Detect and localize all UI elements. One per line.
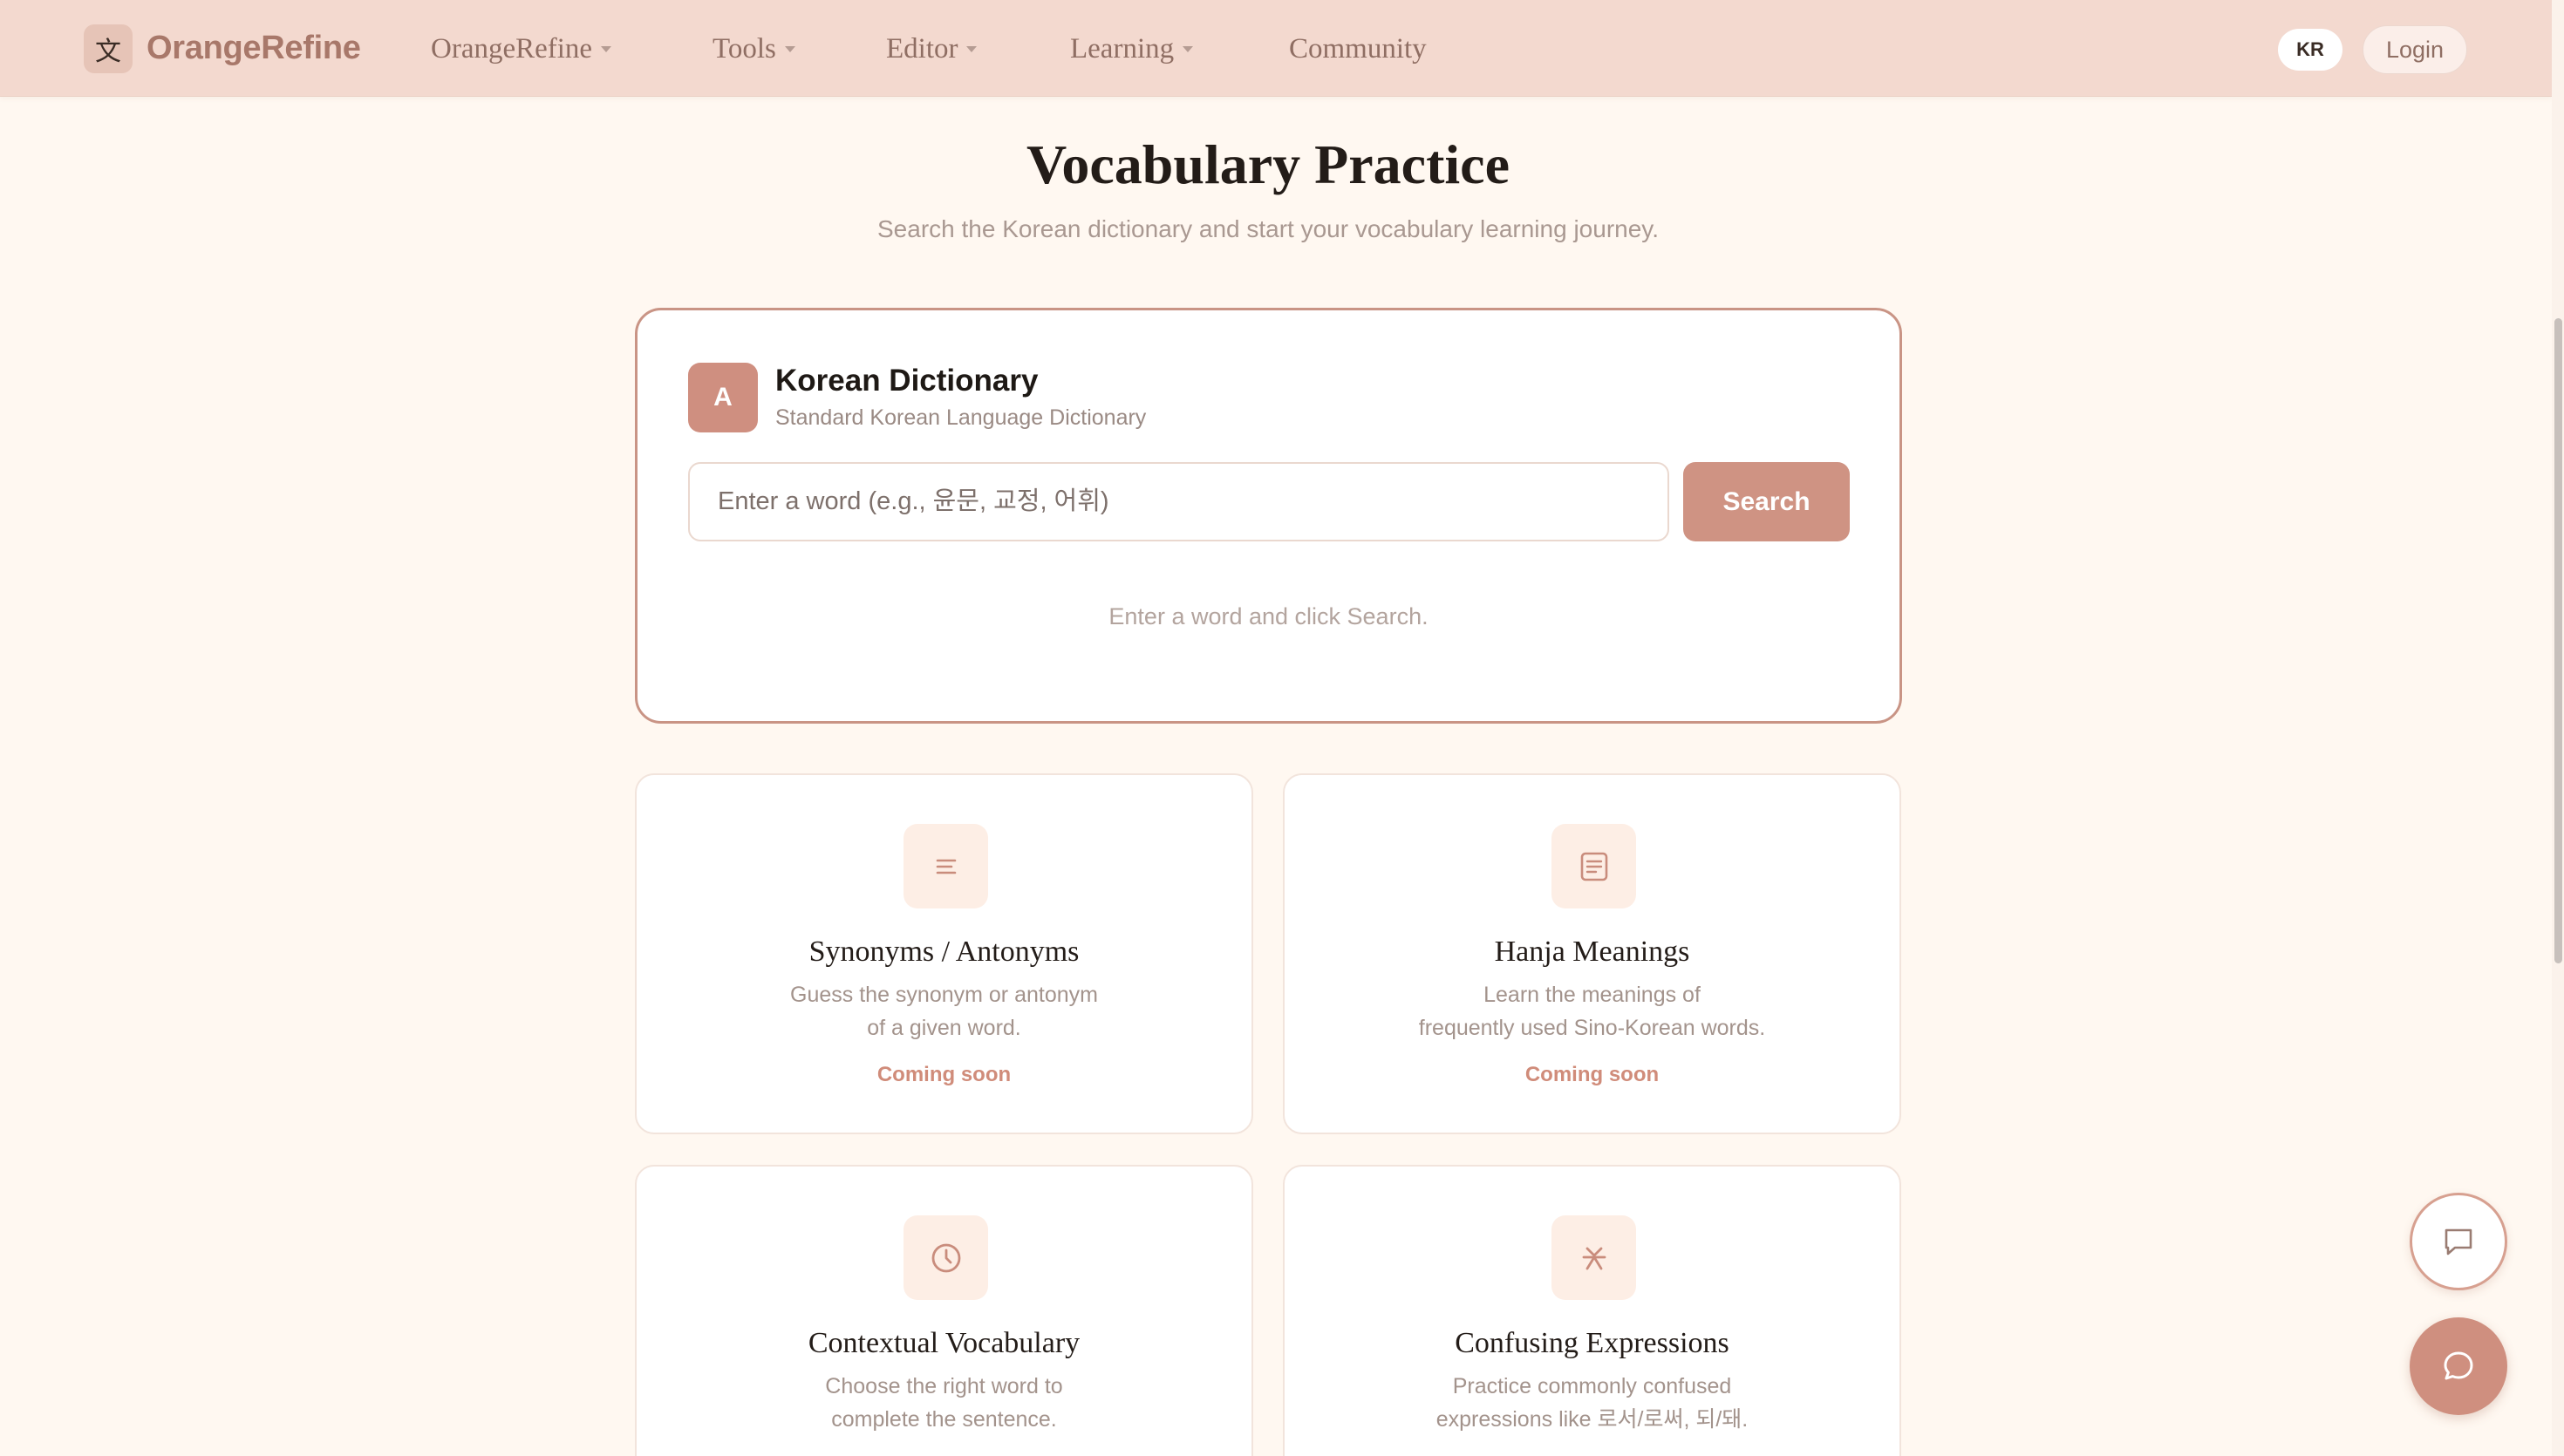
dictionary-icon: A xyxy=(688,363,758,432)
chevron-down-icon xyxy=(784,45,795,52)
nav-label: Editor xyxy=(886,32,958,65)
list-lines-icon xyxy=(904,824,988,908)
feature-description-line: Choose the right word to xyxy=(825,1374,1063,1398)
chevron-down-icon xyxy=(601,45,612,52)
document-icon xyxy=(1551,824,1636,908)
feature-card-hanja[interactable]: Hanja Meanings Learn the meanings of fre… xyxy=(1283,773,1901,1134)
feature-description-line: complete the sentence. xyxy=(831,1407,1057,1432)
dictionary-title: Korean Dictionary xyxy=(775,364,1039,398)
page-subtitle: Search the Korean dictionary and start y… xyxy=(877,215,1659,242)
feature-description-line: Practice commonly confused xyxy=(1452,1374,1732,1398)
nav-label: Learning xyxy=(1070,32,1175,65)
status-badge: Coming soon xyxy=(1524,1063,1660,1086)
scrollbar-thumb[interactable] xyxy=(2554,318,2562,963)
search-input[interactable] xyxy=(688,462,1669,541)
logo-icon[interactable]: 文 xyxy=(84,24,133,73)
chevron-down-icon xyxy=(1183,45,1194,52)
nav-label: Tools xyxy=(713,32,776,65)
logo-text[interactable]: OrangeRefine xyxy=(147,30,361,67)
feature-title: Confusing Expressions xyxy=(1455,1327,1729,1359)
search-button[interactable]: Search xyxy=(1683,462,1850,541)
nav-community[interactable]: Community xyxy=(1289,30,1427,68)
feature-title: Hanja Meanings xyxy=(1494,936,1690,968)
nav-label: Community xyxy=(1289,32,1427,65)
nav-orangerefine[interactable]: OrangeRefine xyxy=(431,30,612,68)
dictionary-subtitle: Standard Korean Language Dictionary xyxy=(775,405,1147,430)
feature-description: Practice commonly confused expressions l… xyxy=(1389,1370,1795,1436)
feature-description: Learn the meanings of frequently used Si… xyxy=(1389,978,1795,1044)
chevron-down-icon xyxy=(966,45,978,52)
dictionary-icon-letter: A xyxy=(713,383,733,412)
nav-label: OrangeRefine xyxy=(431,32,593,65)
feature-card-contextual[interactable]: Contextual Vocabulary Choose the right w… xyxy=(635,1165,1253,1456)
chat-button[interactable] xyxy=(2410,1317,2507,1415)
nav-editor[interactable]: Editor xyxy=(886,30,978,68)
feature-title: Synonyms / Antonyms xyxy=(808,936,1080,968)
chat-bubble-icon xyxy=(2444,1351,2473,1380)
feature-title: Contextual Vocabulary xyxy=(808,1327,1081,1359)
top-nav-bar: 文 OrangeRefine OrangeRefine Tools Editor… xyxy=(0,0,2552,97)
feature-description: Guess the synonym or antonym of a given … xyxy=(741,978,1147,1044)
feature-description: Choose the right word to complete the se… xyxy=(741,1370,1147,1436)
language-toggle[interactable]: KR xyxy=(2278,29,2342,71)
message-square-icon xyxy=(2445,1228,2472,1255)
dictionary-card: A Korean Dictionary Standard Korean Lang… xyxy=(635,308,1902,724)
feature-card-confusing[interactable]: Confusing Expressions Practice commonly … xyxy=(1283,1165,1901,1456)
status-badge: Coming soon xyxy=(876,1063,1012,1086)
feature-description-line: expressions like 로서/로써, 되/돼. xyxy=(1435,1407,1749,1432)
search-hint: Enter a word and click Search. xyxy=(1108,603,1429,629)
page-title: Vocabulary Practice xyxy=(1026,133,1510,195)
feature-description-line: Learn the meanings of xyxy=(1483,983,1701,1007)
logo-glyph: 文 xyxy=(95,37,121,66)
nav-learning[interactable]: Learning xyxy=(1070,30,1194,68)
feature-description-line: Guess the synonym or antonym xyxy=(790,983,1098,1007)
feature-description-line: frequently used Sino-Korean words. xyxy=(1418,1016,1766,1040)
feature-card-synonyms[interactable]: Synonyms / Antonyms Guess the synonym or… xyxy=(635,773,1253,1134)
feedback-button[interactable] xyxy=(2410,1193,2507,1290)
nav-tools[interactable]: Tools xyxy=(713,30,795,68)
split-arrows-icon xyxy=(1551,1215,1636,1300)
feature-description-line: of a given word. xyxy=(867,1016,1021,1040)
clock-icon xyxy=(904,1215,988,1300)
login-button[interactable]: Login xyxy=(2363,25,2467,74)
